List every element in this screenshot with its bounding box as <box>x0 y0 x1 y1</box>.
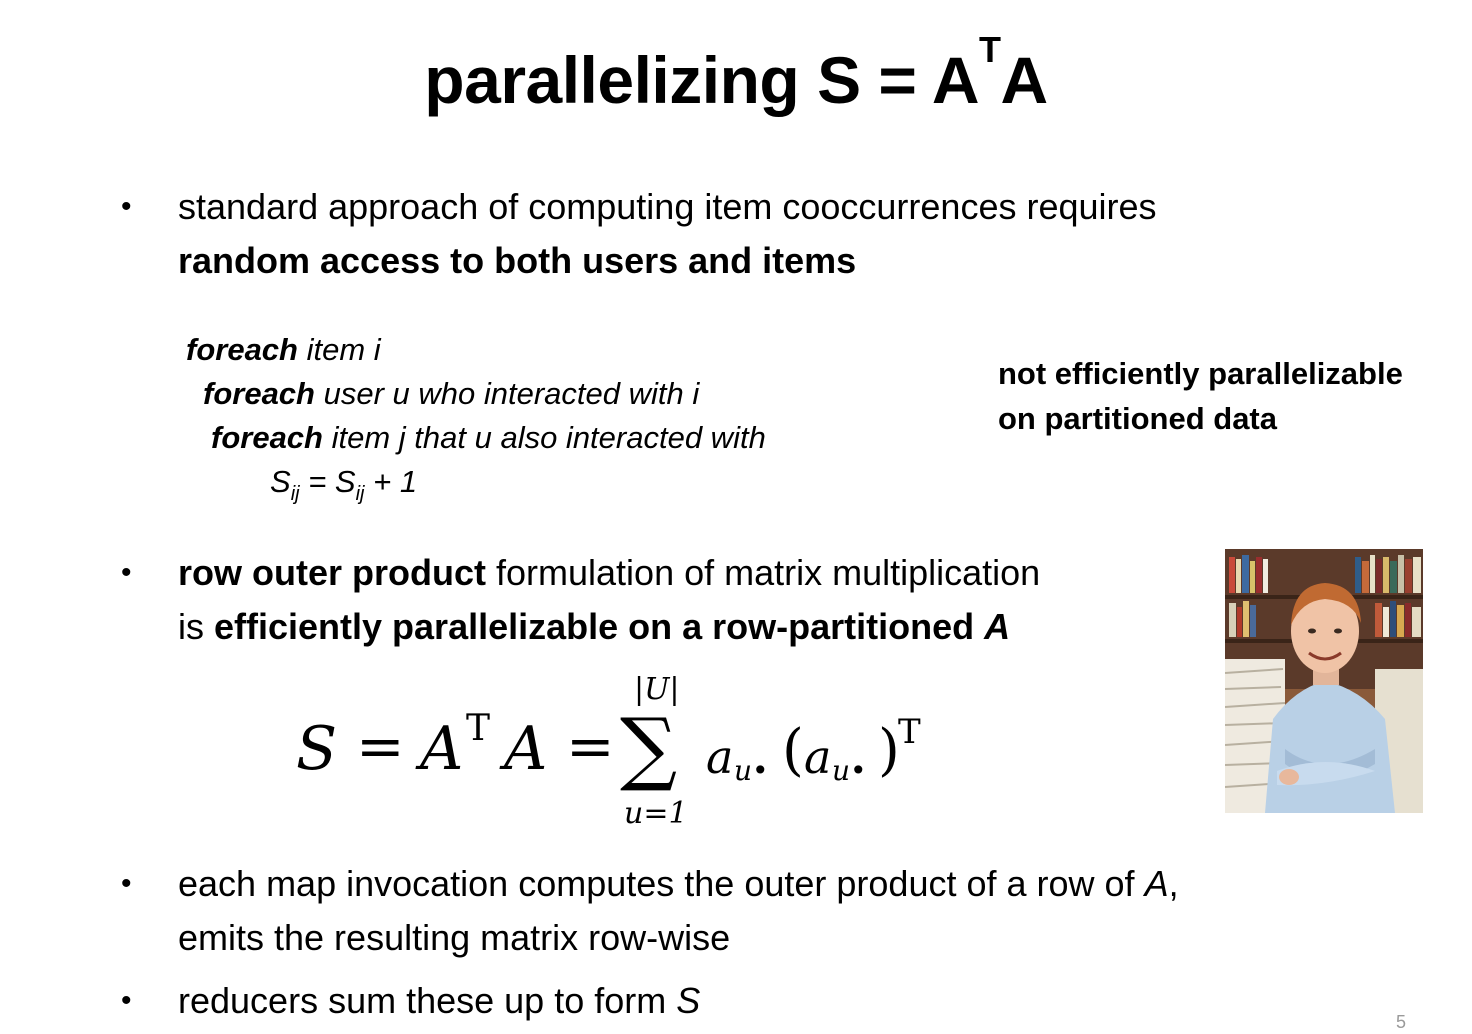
bullet-1-line-1: standard approach of computing item cooc… <box>178 186 1157 227</box>
formula-s: S <box>296 714 338 784</box>
bullet-3-line-1: each map invocation computes the outer p… <box>178 863 1179 904</box>
formula-equals-1: = <box>356 712 405 780</box>
bullet-marker: • <box>121 556 132 589</box>
slide: parallelizing S = ATA • standard approac… <box>0 0 1472 1034</box>
side-note-line-2: on partitioned data <box>998 401 1277 436</box>
formula-rparen: ) <box>878 718 900 783</box>
pseudocode-line-3: foreach item j that u also interacted wi… <box>211 420 766 455</box>
bullet-4-text: reducers sum these up to form S <box>178 980 701 1021</box>
side-note: not efficiently parallelizable on partit… <box>998 351 1403 441</box>
bullet-1-text: standard approach of computing item cooc… <box>178 180 1157 288</box>
portrait-illustration <box>1225 549 1423 813</box>
bullet-3-line-2: emits the resulting matrix row-wise <box>178 917 731 958</box>
pseudocode-line-1: foreach item i <box>186 332 381 367</box>
bullet-marker: • <box>121 984 132 1017</box>
formula-lparen: ( <box>782 718 804 783</box>
pseudocode-line-2: foreach user u who interacted with i <box>203 376 700 411</box>
formula-a-u-1: a <box>706 730 734 784</box>
formula-transpose-1: T <box>466 708 491 749</box>
side-note-line-1: not efficiently parallelizable <box>998 356 1403 391</box>
formula-equals-2: = <box>566 712 615 780</box>
formula-transpose-2: T <box>898 712 921 752</box>
bullet-2-line-1: row outer product formulation of matrix … <box>178 552 1041 593</box>
page-number: 5 <box>1396 1012 1407 1032</box>
bullet-2-text: row outer product formulation of matrix … <box>178 546 1040 654</box>
bullet-3-text: each map invocation computes the outer p… <box>178 857 1179 965</box>
formula-a-2: A <box>504 714 548 784</box>
formula-sum-lower: u=1 <box>624 796 688 831</box>
bullet-1-line-2: random access to both users and items <box>178 240 857 281</box>
formula-sum-sign: ∑ <box>620 701 678 794</box>
formula-sub-2: u• <box>832 754 867 787</box>
bullet-marker: • <box>121 867 132 900</box>
formula-sub-1: u• <box>734 754 769 787</box>
pseudocode-line-4: Sij = Sij + 1 <box>270 464 418 505</box>
slide-title: parallelizing S = ATA <box>424 29 1048 118</box>
formula-a-1: A <box>420 714 464 784</box>
math-formula: S = A T A = |U| ∑ u=1 a u• ( a u• ) T <box>290 668 940 838</box>
formula-a-u-2: a <box>804 730 832 784</box>
bullet-2-line-2: is efficiently parallelizable on a row-p… <box>178 606 1011 647</box>
bullet-marker: • <box>121 190 132 223</box>
portrait-photo <box>1225 549 1423 813</box>
